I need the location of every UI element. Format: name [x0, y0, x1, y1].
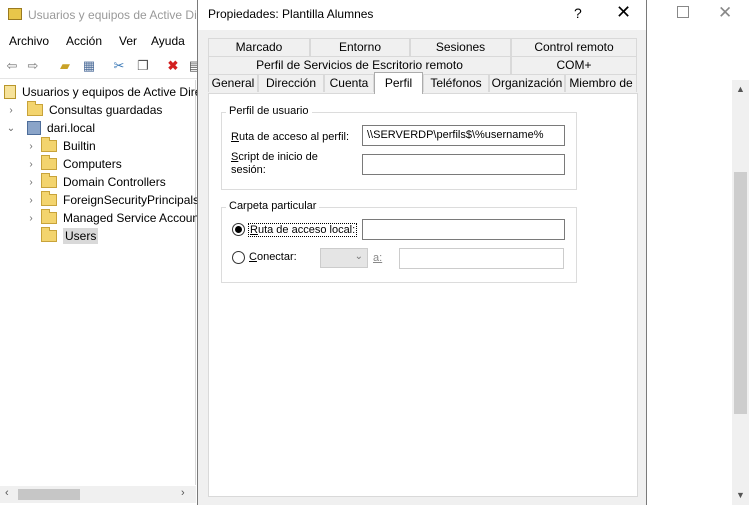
folder-icon	[41, 137, 57, 152]
local-path-radio[interactable]	[232, 223, 245, 236]
tab-entorno[interactable]: Entorno	[310, 38, 410, 56]
chevron-right-icon[interactable]: ›	[5, 105, 17, 116]
dialog-titlebar: Propiedades: Plantilla Alumnes ? ✕	[198, 0, 646, 30]
chevron-right-icon[interactable]: ›	[25, 141, 37, 152]
tab-perfil-escritorio-remoto[interactable]: Perfil de Servicios de Escritorio remoto	[208, 56, 511, 74]
to-label: a:	[373, 252, 383, 264]
dialog-title: Propiedades: Plantilla Alumnes	[208, 7, 374, 21]
tab-telefonos[interactable]: Teléfonos	[423, 74, 489, 92]
menu-ayuda[interactable]: Ayuda	[151, 34, 185, 48]
tab-miembro-de[interactable]: Miembro de	[565, 74, 637, 92]
local-path-input[interactable]	[362, 219, 565, 240]
folder-icon	[27, 101, 43, 116]
folder-icon	[41, 227, 57, 242]
tab-direccion[interactable]: Dirección	[258, 74, 324, 92]
copy-icon[interactable]: ❐	[134, 57, 152, 74]
folder-icon	[41, 191, 57, 206]
tab-control-remoto[interactable]: Control remoto	[511, 38, 637, 56]
connect-label[interactable]: Conectar:	[249, 251, 297, 263]
chevron-right-icon[interactable]: ›	[25, 213, 37, 224]
menu-archivo[interactable]: Archivo	[9, 34, 49, 48]
up-folder-icon[interactable]: ▰	[56, 57, 74, 74]
folder-icon	[41, 155, 57, 170]
tree-item-label: Builtin	[63, 139, 96, 153]
tree-item-users[interactable]: Users	[37, 227, 99, 245]
properties-dialog: Propiedades: Plantilla Alumnes ? ✕ Marca…	[197, 0, 647, 505]
tree-pane: Usuarios y equipos de Active Directory ›…	[0, 80, 227, 485]
tab-general[interactable]: General	[208, 74, 258, 92]
help-button[interactable]: ?	[574, 5, 582, 21]
local-path-label[interactable]: Ruta de acceso local:	[248, 223, 358, 237]
tree-item-foreign-security-principals[interactable]: › ForeignSecurityPrincipals	[25, 191, 199, 209]
profile-path-input[interactable]: \\SERVERDP\perfils$\%username%	[362, 125, 565, 146]
ou-folder-icon	[41, 173, 57, 188]
cut-icon[interactable]: ✂	[110, 57, 128, 74]
scrollbar-thumb[interactable]	[18, 489, 80, 500]
tree-item-label: Consultas guardadas	[49, 103, 163, 117]
menu-ver[interactable]: Ver	[119, 34, 137, 48]
tree-item-builtin[interactable]: › Builtin	[25, 137, 96, 155]
scroll-left-icon[interactable]: ‹	[5, 487, 9, 499]
folder-icon	[41, 209, 57, 224]
tree-item-managed-service-accounts[interactable]: › Managed Service Accounts	[25, 209, 208, 227]
tree-item-label: dari.local	[47, 121, 96, 135]
toolbar: ⇦ ⇨ ▰ ▦ ✂ ❐ ✖ ▤	[0, 53, 201, 79]
scroll-up-icon[interactable]: ▲	[736, 84, 745, 94]
tab-sesiones[interactable]: Sesiones	[410, 38, 511, 56]
maximize-icon[interactable]	[677, 6, 689, 18]
chevron-right-icon[interactable]: ›	[25, 195, 37, 206]
tree-item-label-selected: Users	[63, 228, 99, 244]
tree-item-saved-queries[interactable]: › Consultas guardadas	[5, 101, 162, 119]
home-folder-legend: Carpeta particular	[226, 200, 320, 212]
tree-item-computers[interactable]: › Computers	[25, 155, 122, 173]
connect-label-rest: onectar:	[256, 251, 297, 263]
tree-item-domain[interactable]: ⌄ dari.local	[5, 119, 95, 137]
local-path-label-rest: uta de acceso local:	[257, 224, 356, 236]
connect-path-input[interactable]	[399, 248, 564, 269]
tree-item-label: Domain Controllers	[63, 175, 166, 189]
tree-item-label: Managed Service Accounts	[63, 211, 209, 225]
tree-root[interactable]: Usuarios y equipos de Active Directory	[4, 83, 227, 101]
tree-item-domain-controllers[interactable]: › Domain Controllers	[25, 173, 166, 191]
aduc-app-icon	[8, 8, 22, 20]
logon-script-label-rest: cript de inicio de	[238, 151, 318, 163]
tab-organizacion[interactable]: Organización	[489, 74, 565, 92]
forward-arrow-icon[interactable]: ⇨	[24, 57, 42, 74]
chevron-right-icon[interactable]: ›	[25, 159, 37, 170]
tab-perfil[interactable]: Perfil	[374, 72, 423, 94]
chevron-right-icon[interactable]: ›	[25, 177, 37, 188]
tree-horizontal-scrollbar[interactable]: ‹ ›	[0, 486, 196, 503]
logon-script-input[interactable]	[362, 154, 565, 175]
close-button[interactable]: ✕	[616, 2, 631, 23]
connect-radio[interactable]	[232, 251, 245, 264]
user-profile-legend: Perfil de usuario	[226, 105, 312, 117]
mmc-window-title: Usuarios y equipos de Active Directory	[28, 8, 198, 22]
scroll-right-icon[interactable]: ›	[181, 487, 185, 499]
scrollbar-thumb[interactable]	[734, 172, 747, 414]
profile-path-label-rest: uta de acceso al perfil:	[238, 131, 350, 143]
profile-path-label: Ruta de acceso al perfil:	[231, 131, 350, 143]
tree-item-label: Computers	[63, 157, 122, 171]
drive-letter-combo[interactable]: ⌄	[320, 248, 368, 268]
chevron-down-icon: ⌄	[354, 251, 363, 262]
aduc-root-icon	[4, 85, 16, 99]
back-arrow-icon[interactable]: ⇦	[3, 57, 21, 74]
tree-item-label: ForeignSecurityPrincipals	[63, 193, 200, 207]
logon-script-label-line2: sesión:	[231, 164, 266, 176]
logon-script-label: Script de inicio de	[231, 151, 318, 163]
close-icon[interactable]: ✕	[718, 3, 732, 23]
profile-tab-panel: Perfil de usuario Ruta de acceso al perf…	[208, 93, 638, 497]
tab-marcado[interactable]: Marcado	[208, 38, 310, 56]
scroll-down-icon[interactable]: ▼	[736, 490, 745, 500]
delete-icon[interactable]: ✖	[164, 57, 182, 74]
tab-com-plus[interactable]: COM+	[511, 56, 637, 74]
menubar: Archivo Acción Ver Ayuda	[0, 30, 200, 52]
domain-icon	[27, 121, 41, 135]
show-hide-tree-icon[interactable]: ▦	[80, 57, 98, 74]
menu-accion[interactable]: Acción	[66, 34, 102, 48]
tab-cuenta[interactable]: Cuenta	[324, 74, 374, 92]
chevron-down-icon[interactable]: ⌄	[5, 123, 17, 134]
